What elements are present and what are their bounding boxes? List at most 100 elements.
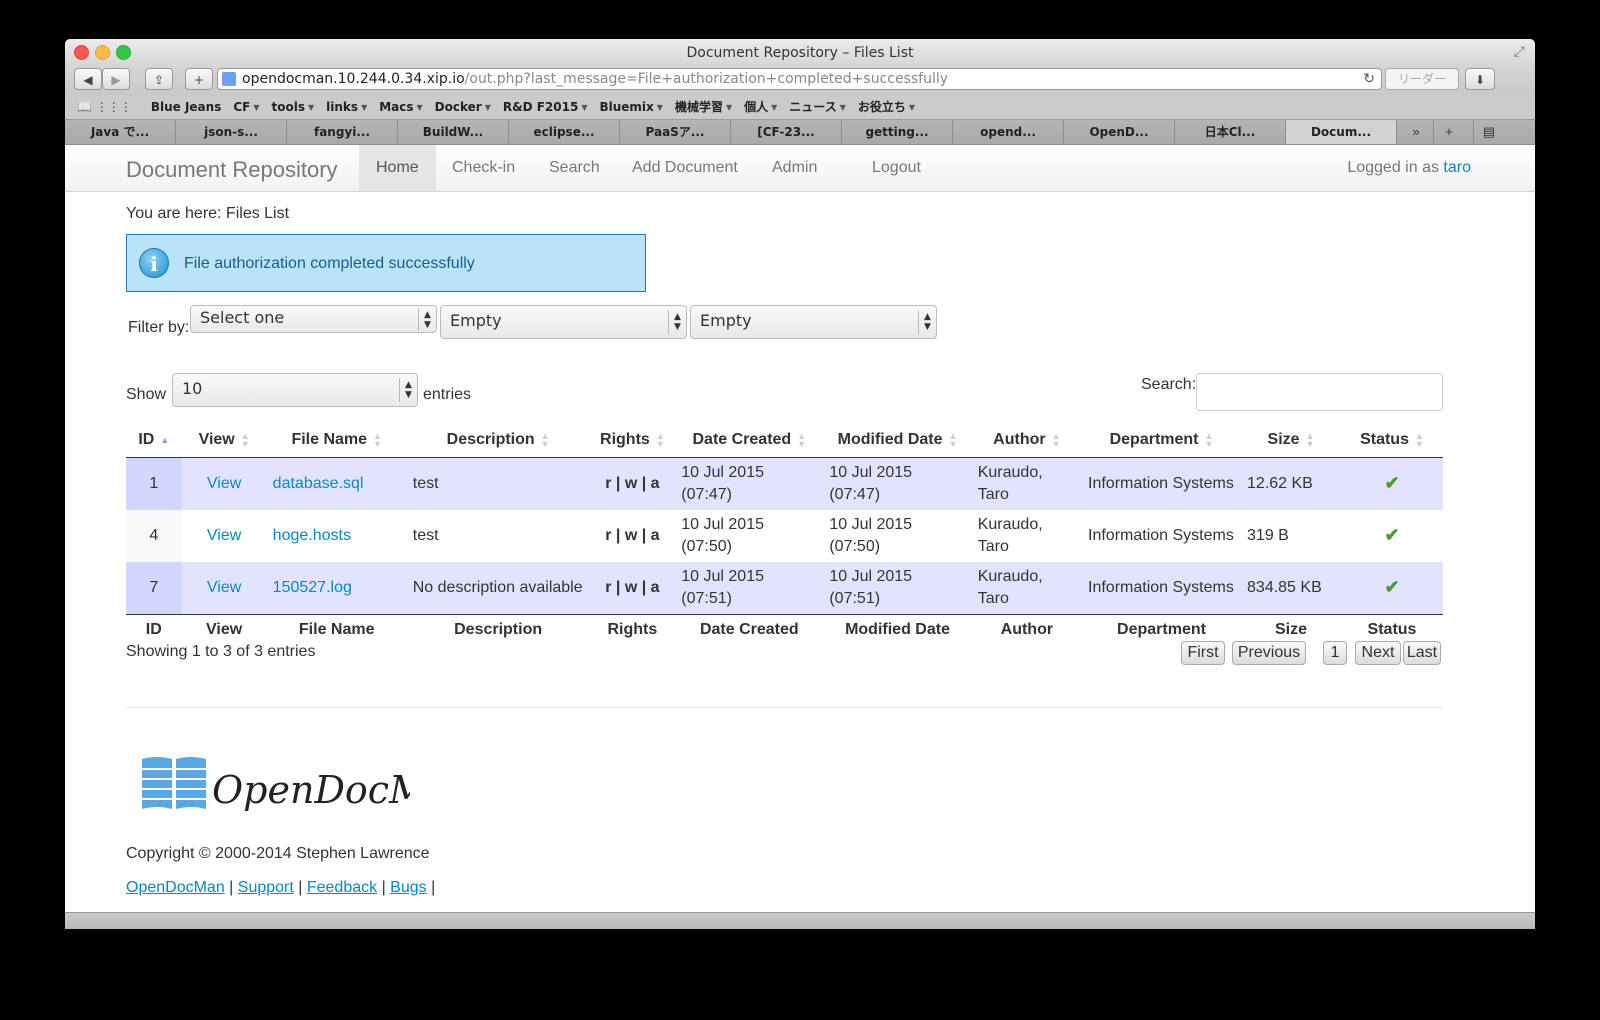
bookmark-item[interactable]: tools ▼ — [272, 95, 315, 120]
pagination-first[interactable]: First — [1181, 641, 1225, 665]
filter-select-value: Empty — [450, 311, 502, 330]
browser-tab[interactable]: Java で... — [65, 120, 176, 144]
file-name-link[interactable]: database.sql — [273, 475, 364, 492]
nav-item-check-in[interactable]: Check-in — [435, 145, 532, 191]
column-header[interactable]: Rights ▲ ▼ — [589, 423, 676, 458]
view-link[interactable]: View — [207, 527, 241, 544]
bookmark-item[interactable]: お役立ち ▼ — [858, 95, 915, 120]
sort-icon: ▲ ▼ — [1414, 430, 1424, 449]
bookmark-item[interactable]: links ▼ — [326, 95, 367, 120]
reader-button[interactable]: リーダー — [1385, 68, 1459, 90]
entries-per-page-select[interactable]: 10 ▲ ▼ — [172, 373, 418, 407]
footer-link-feedback[interactable]: Feedback — [307, 879, 377, 896]
browser-tab[interactable]: 日本Cl... — [1175, 120, 1286, 144]
pagination-1[interactable]: 1 — [1323, 641, 1347, 665]
more-tabs-icon[interactable]: » — [1405, 120, 1427, 144]
footer-link-support[interactable]: Support — [238, 879, 294, 896]
cell-created: 10 Jul 2015 (07:50) — [681, 516, 764, 555]
browser-tab[interactable]: fangyi... — [287, 120, 398, 144]
column-header[interactable]: Department ▲ ▼ — [1082, 423, 1242, 458]
column-header[interactable]: Date Created ▲ ▼ — [675, 423, 824, 458]
window-title: Document Repository – Files List — [686, 45, 914, 61]
browser-tab[interactable]: getting... — [842, 120, 953, 144]
bookmark-item[interactable]: 個人 ▼ — [744, 95, 777, 120]
reading-list-icon[interactable]: 📖 ⋮⋮⋮ — [77, 100, 147, 114]
browser-tab[interactable]: json-s... — [176, 120, 287, 144]
nav-item-add-document[interactable]: Add Document — [615, 145, 755, 191]
share-button[interactable]: ⇪ — [145, 68, 173, 90]
table-header-row: ID ▲ View ▲ ▼ File Name ▲ ▼ Description ▲ ▼ Rights ▲… — [126, 423, 1443, 458]
address-bar[interactable]: opendocman.10.244.0.34.xip.io/out.php?la… — [217, 68, 1382, 90]
bookmark-item[interactable]: Bluemix ▼ — [599, 95, 662, 120]
column-header[interactable]: Modified Date ▲ ▼ — [823, 423, 972, 458]
sort-icon: ▲ ▼ — [240, 430, 250, 449]
fullscreen-icon[interactable]: ⤢ — [1514, 43, 1525, 60]
column-header[interactable]: Size ▲ ▼ — [1241, 423, 1341, 458]
bookmark-label: tools — [271, 100, 305, 114]
user-link[interactable]: taro — [1443, 159, 1471, 176]
column-header[interactable]: Description ▲ ▼ — [406, 423, 590, 458]
filter-select-value-1[interactable]: Empty ▲ ▼ — [440, 305, 687, 339]
back-button[interactable]: ◀ — [74, 68, 102, 90]
bookmark-item[interactable]: Blue Jeans — [151, 95, 222, 119]
cell-dept: Information Systems — [1088, 527, 1234, 544]
opendocman-logo: OpenDocMan — [142, 757, 410, 812]
brand-title[interactable]: Document Repository — [126, 157, 338, 183]
tab-overview-icon[interactable]: ▤ — [1473, 120, 1504, 144]
bookmark-item[interactable]: ニュース ▼ — [789, 95, 846, 120]
browser-tab[interactable]: BuildW... — [398, 120, 509, 144]
column-header[interactable]: View ▲ ▼ — [181, 423, 267, 458]
bookmark-label: ニュース — [789, 100, 837, 114]
cell-view: View — [181, 457, 267, 510]
sort-icon: ▲ — [160, 434, 170, 445]
browser-tab[interactable]: eclipse... — [509, 120, 620, 144]
column-header[interactable]: Author ▲ ▼ — [971, 423, 1082, 458]
downloads-button[interactable]: ⬇ — [1465, 68, 1495, 90]
new-tab-plus-icon[interactable]: + — [1433, 120, 1464, 144]
column-header[interactable]: Status ▲ ▼ — [1341, 423, 1443, 458]
view-link[interactable]: View — [207, 579, 241, 596]
reload-icon[interactable]: ↻ — [1363, 69, 1375, 89]
cell-modified: 10 Jul 2015 (07:47) — [823, 457, 972, 510]
column-header[interactable]: ID ▲ — [126, 423, 182, 458]
nav-item-search[interactable]: Search — [532, 145, 617, 191]
footer-link-opendocman[interactable]: OpenDocMan — [126, 879, 225, 896]
browser-tab[interactable]: opend... — [953, 120, 1064, 144]
nav-item-home[interactable]: Home — [359, 145, 436, 191]
browser-window: Document Repository – Files List ⤢ ◀ ▶ ⇪… — [65, 39, 1535, 929]
cell-rights: r | w | a — [589, 562, 676, 615]
filter-select-value-2[interactable]: Empty ▲ ▼ — [690, 305, 937, 339]
pagination-next[interactable]: Next — [1355, 641, 1401, 665]
bookmark-item[interactable]: Macs ▼ — [379, 95, 422, 120]
column-header[interactable]: File Name ▲ ▼ — [266, 423, 407, 458]
view-link[interactable]: View — [207, 475, 241, 492]
bookmark-item[interactable]: CF ▼ — [233, 95, 259, 120]
browser-tab[interactable]: Docum... — [1286, 120, 1397, 144]
pagination-previous[interactable]: Previous — [1232, 641, 1306, 665]
nav-item-admin[interactable]: Admin — [755, 145, 834, 191]
browser-tab[interactable]: [CF-23... — [731, 120, 842, 144]
bookmark-label: CF — [233, 100, 251, 114]
pagination-last[interactable]: Last — [1403, 641, 1441, 665]
caret-down-icon: ▼ — [581, 102, 588, 112]
forward-button[interactable]: ▶ — [102, 68, 130, 90]
bookmark-label: Macs — [379, 100, 414, 114]
logged-in-label: Logged in as — [1347, 159, 1439, 176]
select-arrows-icon: ▲ ▼ — [668, 310, 686, 334]
column-header-label: Size — [1267, 431, 1300, 448]
bookmark-label: R&D F2015 — [502, 100, 579, 114]
bookmark-item[interactable]: 機械学習 ▼ — [675, 95, 732, 120]
file-name-link[interactable]: hoge.hosts — [273, 527, 351, 544]
bookmark-item[interactable]: R&D F2015 ▼ — [503, 95, 588, 120]
footer-link-bugs[interactable]: Bugs — [390, 879, 426, 896]
cell-created: 10 Jul 2015 (07:51) — [675, 562, 824, 615]
bookmark-label: 個人 — [744, 100, 769, 114]
bookmark-item[interactable]: Docker ▼ — [435, 95, 491, 120]
new-tab-button[interactable]: + — [185, 68, 213, 90]
filter-select-category[interactable]: Select one ▲ ▼ — [190, 305, 437, 333]
browser-tab[interactable]: PaaSア... — [620, 120, 731, 144]
nav-item-logout[interactable]: Logout — [855, 145, 938, 191]
table-search-input[interactable] — [1196, 373, 1443, 411]
file-name-link[interactable]: 150527.log — [273, 579, 352, 596]
browser-tab[interactable]: OpenD... — [1064, 120, 1175, 144]
